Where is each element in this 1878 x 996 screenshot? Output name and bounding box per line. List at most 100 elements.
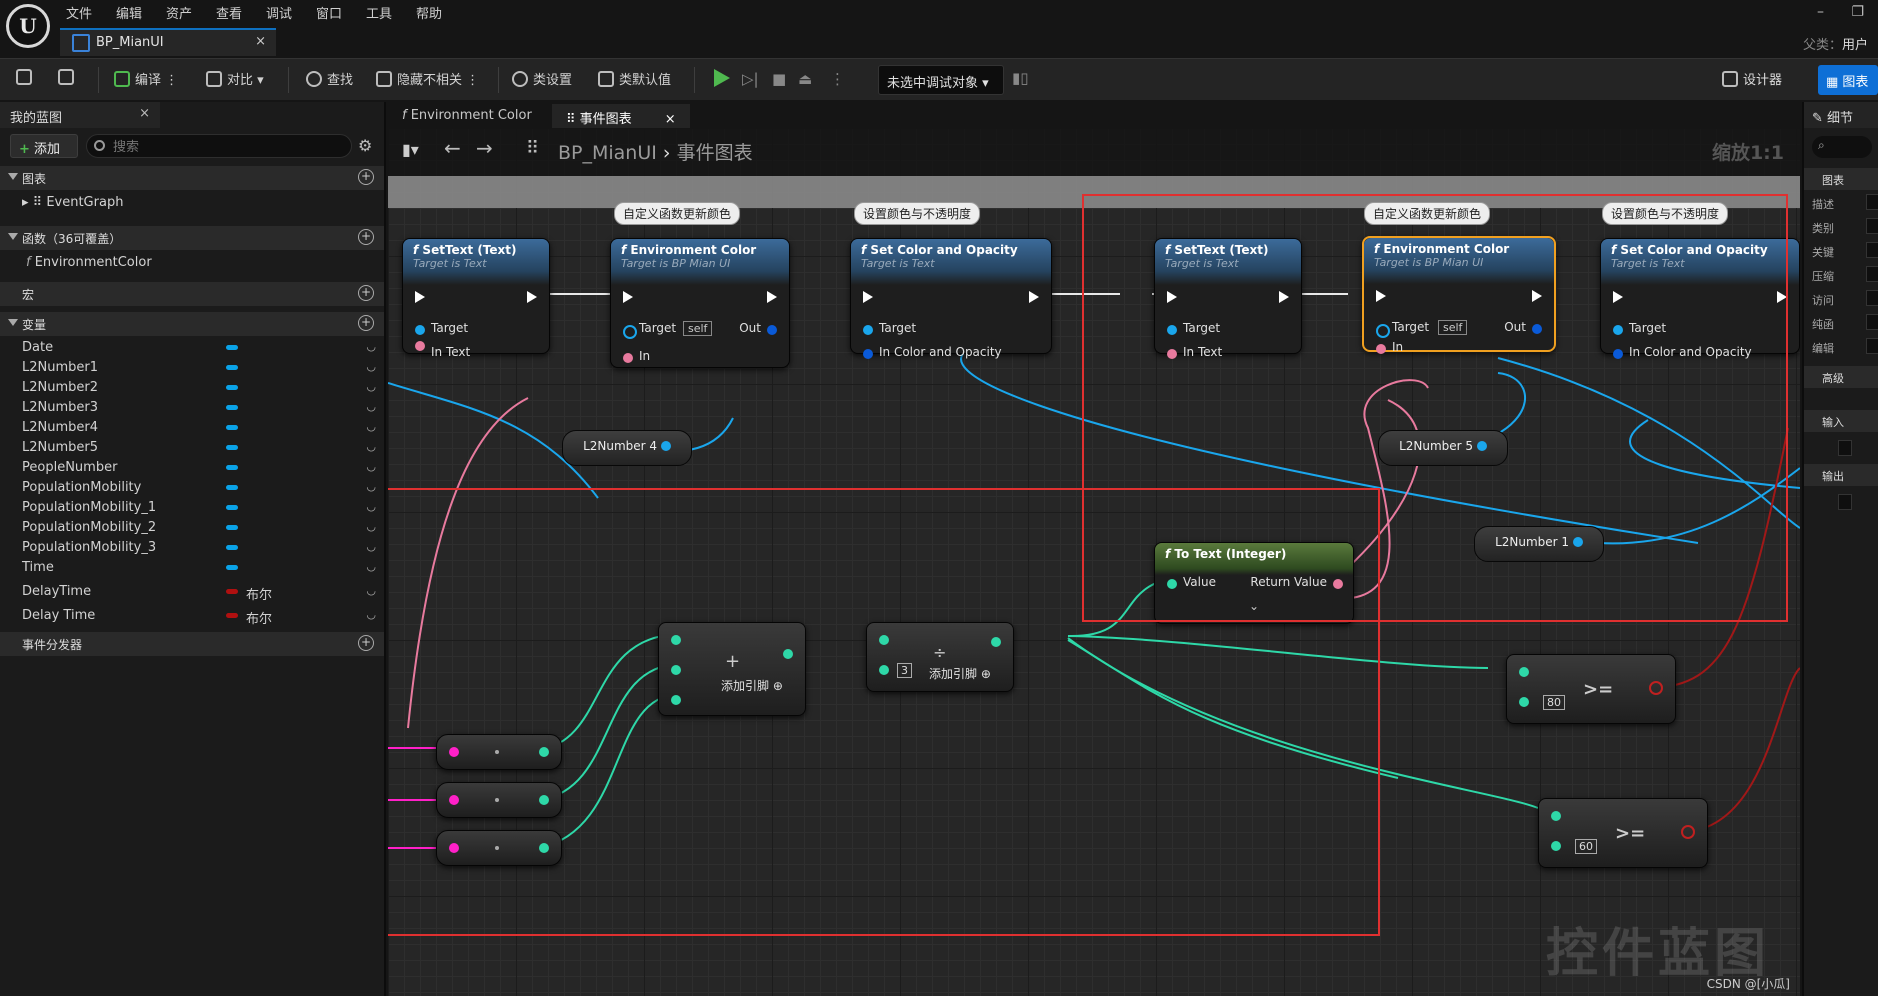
eye-icon[interactable]: ◡	[366, 460, 376, 473]
close-icon[interactable]: ×	[665, 112, 676, 127]
play-icon[interactable]	[714, 69, 730, 87]
greater-equal-node[interactable]: 60 >=	[1538, 798, 1708, 868]
class-settings-button[interactable]: 类设置	[512, 69, 572, 88]
tab-environment-color[interactable]: f Environment Color	[388, 104, 546, 128]
variable-row[interactable]: Delay Time 布尔 ◡	[0, 606, 384, 627]
add-dispatcher-icon[interactable]: +	[358, 635, 374, 651]
variable-row[interactable]: Time ◡	[0, 558, 384, 578]
hide-unrelated-button[interactable]: 隐藏不相关 ⋮	[376, 69, 479, 88]
close-icon[interactable]: ×	[255, 34, 266, 49]
tab-event-graph[interactable]: ⠿ 事件图表 ×	[552, 104, 690, 128]
details-field[interactable]	[1866, 338, 1878, 354]
variable-row[interactable]: PopulationMobility ◡	[0, 478, 384, 498]
details-section-inputs[interactable]: 输入	[1804, 410, 1878, 432]
details-field[interactable]	[1866, 218, 1878, 234]
eject-icon[interactable]: ⏏	[798, 70, 812, 88]
variable-row[interactable]: DelayTime 布尔 ◡	[0, 582, 384, 603]
eye-icon[interactable]: ◡	[366, 420, 376, 433]
details-field[interactable]	[1866, 266, 1878, 282]
event-graph-item[interactable]: ▸ ⠿ EventGraph	[0, 192, 384, 214]
eye-icon[interactable]: ◡	[366, 520, 376, 533]
eye-icon[interactable]: ◡	[366, 400, 376, 413]
eye-icon[interactable]: ◡	[366, 584, 376, 597]
variable-row[interactable]: L2Number3 ◡	[0, 398, 384, 418]
eye-icon[interactable]: ◡	[366, 440, 376, 453]
gear-icon[interactable]: ⚙	[358, 136, 372, 155]
eye-icon[interactable]: ◡	[366, 360, 376, 373]
diff-button[interactable]: 对比 ▾	[206, 69, 264, 88]
compare-value-input[interactable]: 80	[1543, 695, 1565, 710]
unreal-logo-icon[interactable]: U	[6, 4, 50, 48]
compare-value-input[interactable]: 60	[1575, 839, 1597, 854]
variable-row[interactable]: Date ◡	[0, 338, 384, 358]
parent-class-value[interactable]: 用户	[1842, 38, 1868, 53]
function-item[interactable]: f EnvironmentColor	[0, 252, 384, 274]
menu-view[interactable]: 查看	[216, 3, 242, 22]
details-field[interactable]	[1866, 242, 1878, 258]
details-search-input[interactable]: ⌕	[1812, 136, 1872, 158]
add-macro-icon[interactable]: +	[358, 285, 374, 301]
eye-icon[interactable]: ◡	[366, 540, 376, 553]
menu-help[interactable]: 帮助	[416, 3, 442, 22]
section-macros[interactable]: 宏 +	[0, 282, 384, 306]
environment-color-node[interactable]: f Environment Color Target is BP Mian UI …	[610, 238, 790, 368]
menu-tools[interactable]: 工具	[366, 3, 392, 22]
panel-tab[interactable]: 我的蓝图 ×	[0, 102, 160, 128]
debug-filter-icon[interactable]: ▮▯	[1012, 69, 1029, 87]
menu-window[interactable]: 窗口	[316, 3, 342, 22]
minimize-button[interactable]: –	[1817, 4, 1824, 20]
step-icon[interactable]: ▷|	[742, 70, 759, 88]
details-section-outputs[interactable]: 输出	[1804, 464, 1878, 486]
menu-asset[interactable]: 资产	[166, 3, 192, 22]
eye-icon[interactable]: ◡	[366, 480, 376, 493]
stop-icon[interactable]: ■	[772, 70, 786, 88]
comment-tag[interactable]: 自定义函数更新颜色	[614, 202, 741, 225]
add-variable-icon[interactable]: +	[358, 315, 374, 331]
section-dispatchers[interactable]: 事件分发器 +	[0, 632, 384, 656]
details-field[interactable]	[1866, 314, 1878, 330]
settext-node[interactable]: f SetText (Text) Target is Text Target In…	[402, 238, 550, 359]
add-graph-icon[interactable]: +	[358, 169, 374, 185]
search-input[interactable]	[86, 134, 352, 158]
details-tab[interactable]: ✎ 细节	[1804, 102, 1878, 128]
details-field[interactable]	[1866, 290, 1878, 306]
find-button[interactable]: 查找	[306, 69, 353, 88]
close-icon[interactable]: ×	[139, 106, 150, 121]
add-button[interactable]: + 添加	[10, 134, 78, 158]
menu-debug[interactable]: 调试	[266, 3, 292, 22]
variable-row[interactable]: PeopleNumber ◡	[0, 458, 384, 478]
class-defaults-button[interactable]: 类默认值	[598, 69, 671, 88]
variable-row[interactable]: L2Number5 ◡	[0, 438, 384, 458]
details-field[interactable]	[1838, 494, 1852, 510]
variable-row[interactable]: PopulationMobility_1 ◡	[0, 498, 384, 518]
details-field[interactable]	[1838, 440, 1852, 456]
graph-canvas[interactable]: ▮▾ ← → ⠿ BP_MianUI › 事件图表 缩放1:1 自定义函数更新颜…	[388, 128, 1800, 996]
eye-icon[interactable]: ◡	[366, 608, 376, 621]
more-icon[interactable]: ⋮	[830, 70, 845, 88]
variable-row[interactable]: PopulationMobility_3 ◡	[0, 538, 384, 558]
section-graphs[interactable]: 图表 +	[0, 166, 384, 190]
greater-equal-node[interactable]: 80 >=	[1506, 654, 1676, 724]
l2number4-node[interactable]: L2Number 4	[562, 430, 692, 466]
asset-tab[interactable]: BP_MianUI ×	[60, 28, 276, 56]
eye-icon[interactable]: ◡	[366, 380, 376, 393]
section-functions[interactable]: 函数（36可覆盖） +	[0, 226, 384, 250]
designer-button[interactable]: 设计器	[1722, 69, 1782, 88]
variable-row[interactable]: L2Number2 ◡	[0, 378, 384, 398]
details-section-advanced[interactable]: 高级	[1804, 366, 1878, 388]
variable-row[interactable]: L2Number1 ◡	[0, 358, 384, 378]
eye-icon[interactable]: ◡	[366, 560, 376, 573]
browse-button[interactable]	[58, 69, 79, 86]
details-section-graph[interactable]: 图表	[1804, 168, 1878, 190]
restore-button[interactable]: ❐	[1851, 4, 1864, 20]
menu-edit[interactable]: 编辑	[116, 3, 142, 22]
variable-row[interactable]: PopulationMobility_2 ◡	[0, 518, 384, 538]
eye-icon[interactable]: ◡	[366, 340, 376, 353]
section-variables[interactable]: 变量 +	[0, 312, 384, 336]
menu-file[interactable]: 文件	[66, 3, 92, 22]
set-color-opacity-node[interactable]: f Set Color and Opacity Target is Text Ta…	[850, 238, 1052, 359]
compile-button[interactable]: 编译 ⋮	[114, 69, 178, 88]
graph-mode-button[interactable]: ▦ 图表	[1818, 65, 1878, 95]
comment-tag[interactable]: 设置颜色与不透明度	[854, 202, 981, 225]
add-function-icon[interactable]: +	[358, 229, 374, 245]
